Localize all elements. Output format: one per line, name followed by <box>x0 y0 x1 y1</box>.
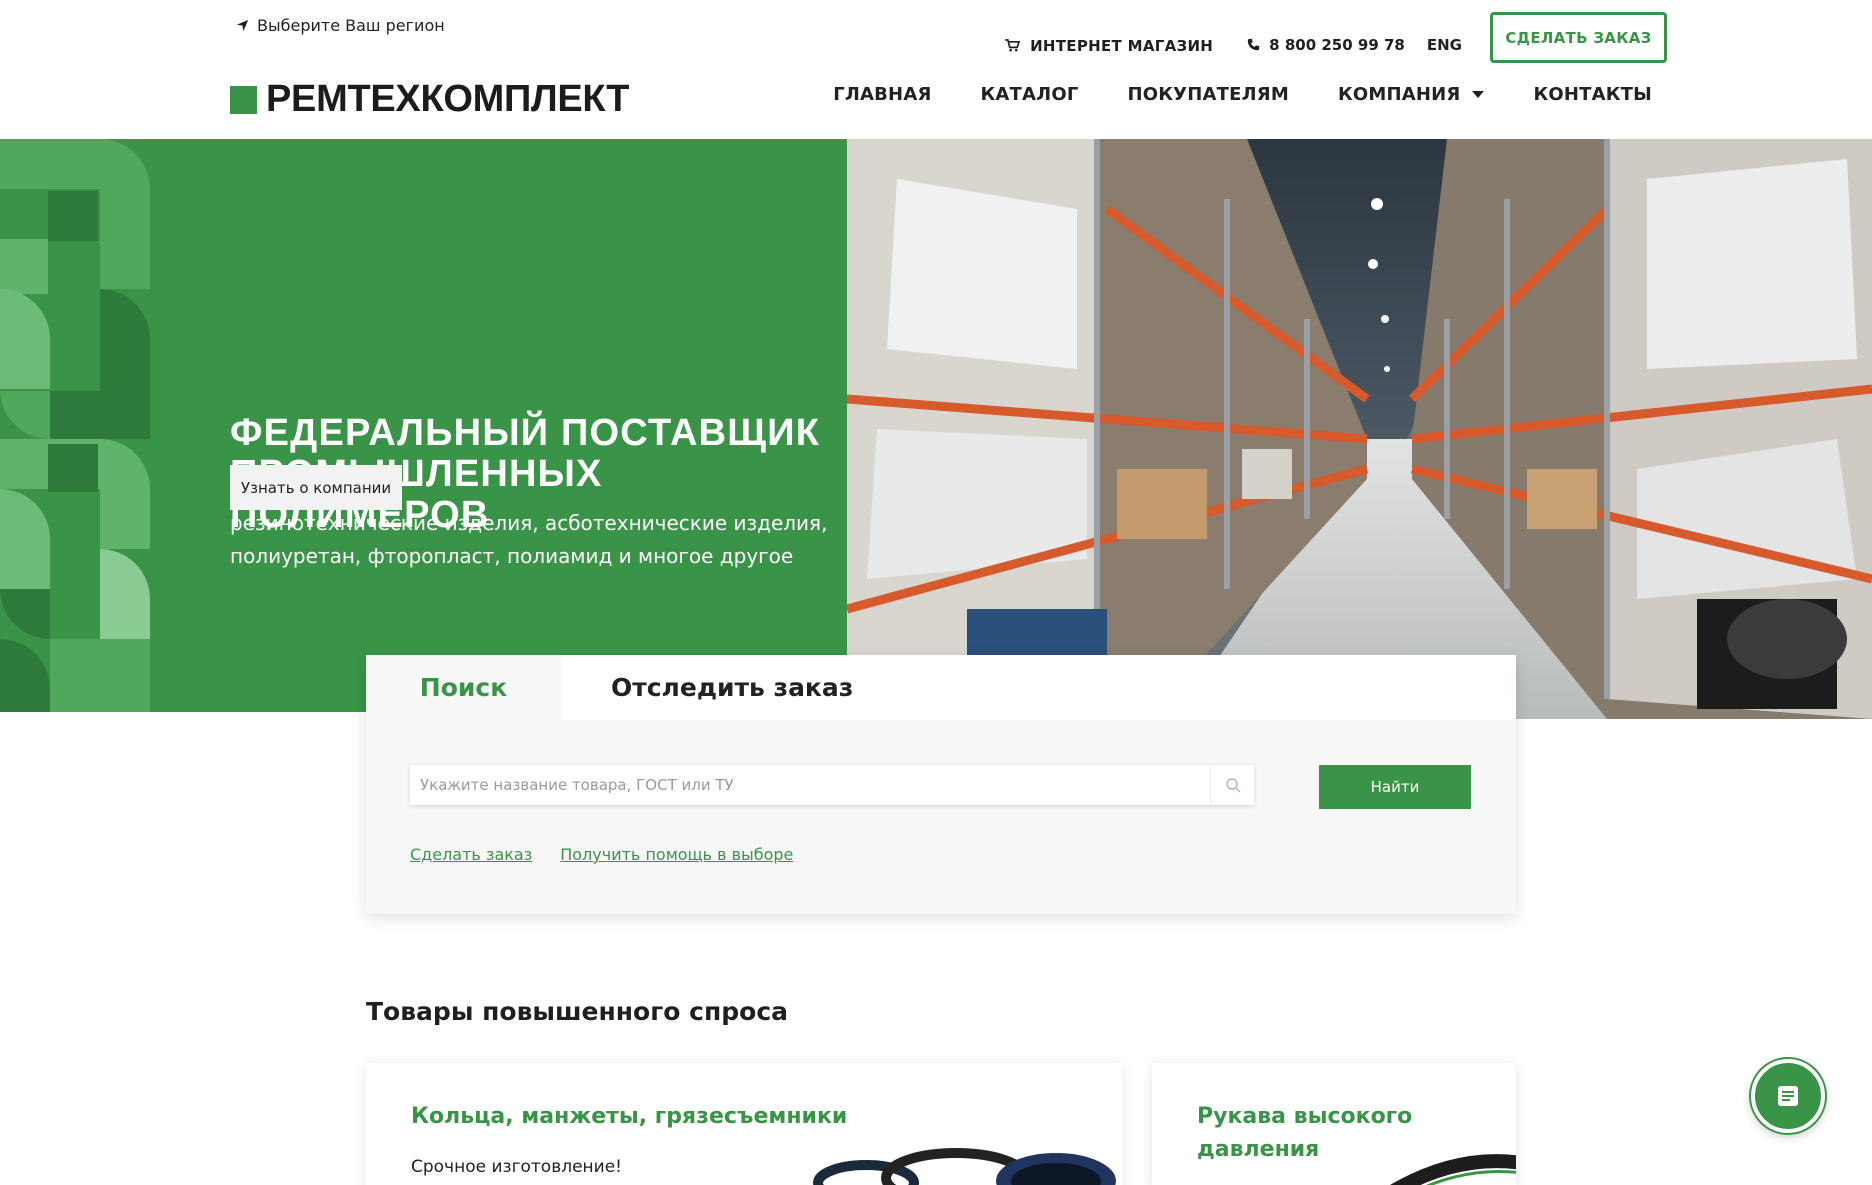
location-arrow-icon <box>236 19 249 32</box>
seals-image <box>813 1148 1116 1185</box>
product-card-hoses[interactable]: Рукава высокого давления <box>1152 1063 1516 1185</box>
find-button[interactable]: Найти <box>1319 765 1471 809</box>
about-company-button[interactable]: Узнать о компании <box>230 465 402 510</box>
online-shop-label: ИНТЕРНЕТ МАГАЗИН <box>1030 36 1214 55</box>
phone-link[interactable]: 8 800 250 99 78 <box>1247 36 1405 54</box>
warehouse-photo <box>847 139 1872 719</box>
decorative-pattern <box>0 139 150 712</box>
warehouse-illustration <box>847 139 1872 719</box>
phone-icon <box>1247 38 1260 51</box>
hero-title-line1: ФЕДЕРАЛЬНЫЙ ПОСТАВЩИК <box>230 412 821 454</box>
search-tabs: Поиск Отследить заказ <box>366 655 1516 720</box>
product-card-title: Кольца, манжеты, грязесъемники <box>411 1104 848 1129</box>
hero-subtitle-line2: полиуретан, фторопласт, полиамид и много… <box>230 544 794 568</box>
chat-button[interactable] <box>1751 1059 1825 1133</box>
nav-item-company[interactable]: КОМПАНИЯ <box>1338 84 1485 105</box>
hero-banner: ФЕДЕРАЛЬНЫЙ ПОСТАВЩИК ПРОМЫШЛЕННЫХ ПОЛИМ… <box>0 139 847 712</box>
search-icon-button[interactable] <box>1210 765 1254 805</box>
caret-down-icon <box>1472 91 1485 98</box>
logo-text: РЕМТЕХКОМПЛЕКТ <box>266 78 630 120</box>
make-order-button[interactable]: СДЕЛАТЬ ЗАКАЗ <box>1490 12 1667 63</box>
nav-item-customers[interactable]: ПОКУПАТЕЛЯМ <box>1128 84 1289 105</box>
tab-search[interactable]: Поиск <box>366 655 561 720</box>
chat-icon <box>1778 1086 1798 1106</box>
search-panel: Поиск Отследить заказ Найти Сделать зака… <box>366 655 1516 914</box>
make-order-link[interactable]: Сделать заказ <box>410 845 532 864</box>
language-switch[interactable]: ENG <box>1427 36 1462 54</box>
get-help-link[interactable]: Получить помощь в выборе <box>560 845 793 864</box>
online-shop-link[interactable]: ИНТЕРНЕТ МАГАЗИН <box>1005 37 1213 55</box>
logo-square <box>230 85 257 114</box>
site-logo[interactable]: РЕМТЕХКОМПЛЕКТ <box>230 78 629 121</box>
nav-item-company-label: КОМПАНИЯ <box>1337 84 1461 105</box>
search-icon <box>1225 778 1241 793</box>
search-box <box>410 765 1254 805</box>
top-links: ИНТЕРНЕТ МАГАЗИН 8 800 250 99 78 ENG СДЕ… <box>1005 12 1667 63</box>
nav-item-catalog[interactable]: КАТАЛОГ <box>981 84 1079 105</box>
main-nav: ГЛАВНАЯ КАТАЛОГ ПОКУПАТЕЛЯМ КОМПАНИЯ КОН… <box>833 84 1652 105</box>
hose-image <box>1389 1154 1516 1185</box>
hero-subtitle: резинотехнические изделия, асботехническ… <box>230 507 830 573</box>
region-label: Выберите Ваш регион <box>257 16 445 35</box>
nav-item-home[interactable]: ГЛАВНАЯ <box>833 84 931 105</box>
search-links: Сделать заказ Получить помощь в выборе <box>410 845 793 864</box>
nav-item-contacts[interactable]: КОНТАКТЫ <box>1533 84 1652 105</box>
site-header: Выберите Ваш регион ИНТЕРНЕТ МАГАЗИН 8 8… <box>0 0 1872 139</box>
phone-number: 8 800 250 99 78 <box>1269 35 1405 54</box>
cart-icon <box>1005 39 1021 52</box>
hero-subtitle-line1: резинотехнические изделия, асботехническ… <box>230 511 828 535</box>
region-selector[interactable]: Выберите Ваш регион <box>236 16 445 35</box>
product-card-rings[interactable]: Кольца, манжеты, грязесъемники Срочное и… <box>366 1063 1122 1185</box>
popular-section-title: Товары повышенного спроса <box>366 997 789 1026</box>
tab-track-order[interactable]: Отследить заказ <box>561 655 853 720</box>
product-card-subtitle: Срочное изготовление! <box>411 1157 622 1177</box>
search-input[interactable] <box>410 765 1210 805</box>
